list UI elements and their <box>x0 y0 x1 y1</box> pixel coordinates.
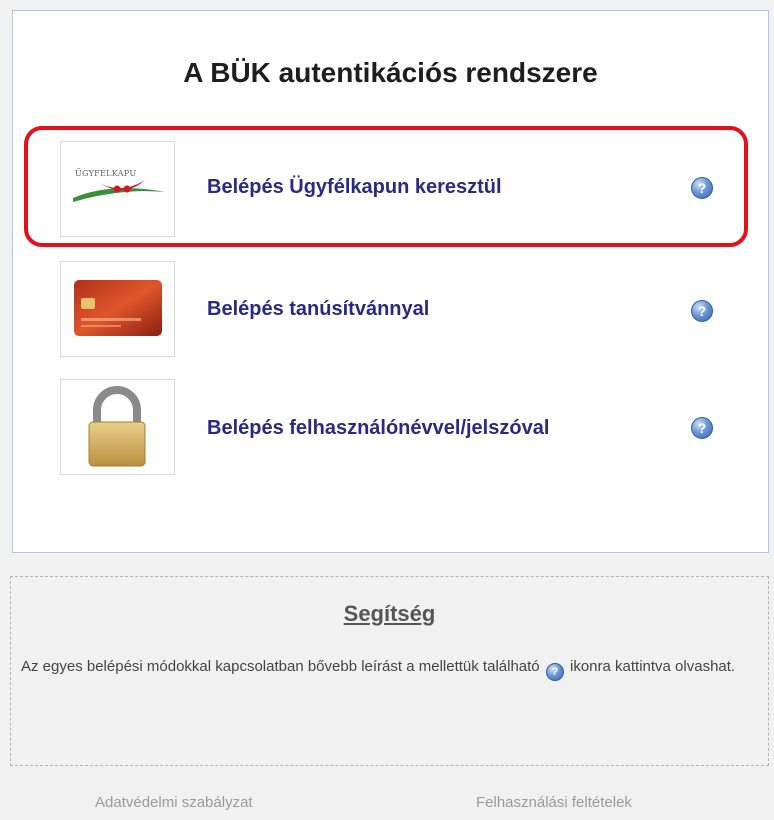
login-password-link[interactable]: Belépés felhasználónévvel/jelszóval <box>207 417 549 440</box>
help-text: Az egyes belépési módokkal kapcsolatban … <box>21 655 751 681</box>
help-icon[interactable]: ? <box>691 417 713 439</box>
login-method-certificate[interactable]: Belépés tanúsítvánnyal ? <box>13 261 768 361</box>
login-method-ugyfelkapu[interactable]: ÜGYFÉLKAPU Belépés Ügyfélkapun keresztül… <box>13 141 768 241</box>
ugyfelkapu-logo: ÜGYFÉLKAPU <box>60 141 175 237</box>
help-icon[interactable]: ? <box>691 177 713 199</box>
login-certificate-link[interactable]: Belépés tanúsítvánnyal <box>207 298 429 321</box>
page-title: A BÜK autentikációs rendszere <box>183 57 598 88</box>
help-icon-inline: ? <box>545 663 564 681</box>
help-text-before: Az egyes belépési módokkal kapcsolatban … <box>21 658 540 675</box>
login-panel: A BÜK autentikációs rendszere ÜGYFÉLKAPU… <box>12 10 769 553</box>
login-ugyfelkapu-link[interactable]: Belépés Ügyfélkapun keresztül <box>207 176 502 199</box>
help-title-link[interactable]: Segítség <box>11 601 768 627</box>
help-section: Segítség Az egyes belépési módokkal kapc… <box>10 576 769 766</box>
help-text-after: ikonra kattintva olvashat. <box>570 658 736 675</box>
help-icon[interactable]: ? <box>691 300 713 322</box>
terms-of-use-link[interactable]: Felhasználási feltételek <box>476 794 632 811</box>
certificate-card-icon <box>60 261 175 357</box>
privacy-policy-link[interactable]: Adatvédelmi szabályzat <box>95 794 253 811</box>
login-method-password[interactable]: Belépés felhasználónévvel/jelszóval ? <box>13 379 768 479</box>
ugyfelkapu-logo-text: ÜGYFÉLKAPU <box>75 169 136 178</box>
padlock-icon <box>60 379 175 475</box>
